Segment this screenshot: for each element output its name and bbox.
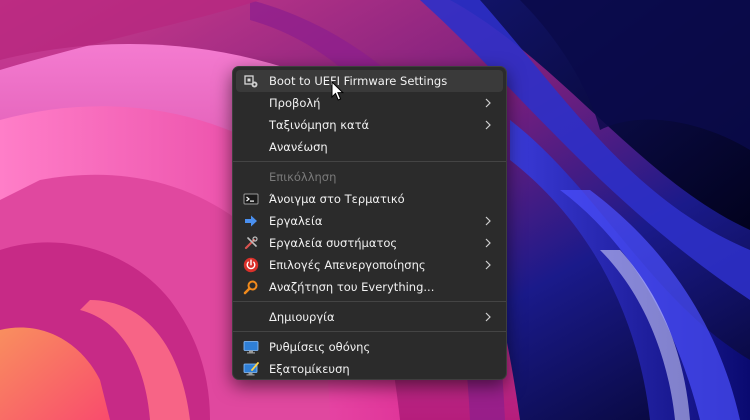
chevron-right-icon [485, 120, 491, 130]
menu-item-new[interactable]: Δημιουργία [233, 306, 506, 328]
wrench-screwdriver-icon [244, 236, 258, 250]
gear-cpu-icon [244, 75, 258, 88]
menu-item-personalize[interactable]: Εξατομίκευση [233, 358, 506, 380]
arrow-right-icon [245, 215, 257, 227]
menu-item-paste: Επικόλληση [233, 166, 506, 188]
menu-item-tools[interactable]: Εργαλεία [233, 210, 506, 232]
monitor-icon [243, 341, 259, 354]
magnifier-icon [243, 280, 258, 295]
monitor-brush-icon [243, 362, 259, 376]
chevron-right-icon [485, 238, 491, 248]
menu-separator [233, 161, 506, 162]
menu-item-label: Άνοιγμα στο Τερματικό [269, 192, 405, 206]
menu-item-refresh[interactable]: Ανανέωση [233, 136, 506, 158]
terminal-icon [243, 193, 259, 205]
chevron-right-icon [485, 216, 491, 226]
menu-item-label: Boot to UEFI Firmware Settings [269, 74, 448, 88]
desktop-context-menu: Boot to UEFI Firmware Settings Προβολή Τ… [232, 66, 507, 380]
menu-item-label: Δημιουργία [269, 310, 335, 324]
menu-item-label: Εξατομίκευση [269, 362, 350, 376]
menu-item-label: Επικόλληση [269, 170, 337, 184]
menu-item-label: Ταξινόμηση κατά [269, 118, 370, 132]
menu-item-label: Εργαλεία [269, 214, 323, 228]
menu-item-label: Ανανέωση [269, 140, 328, 154]
menu-item-label: Επιλογές Απενεργοποίησης [269, 258, 426, 272]
menu-item-shutdown-options[interactable]: Επιλογές Απενεργοποίησης [233, 254, 506, 276]
menu-item-sort-by[interactable]: Ταξινόμηση κατά [233, 114, 506, 136]
menu-separator [233, 331, 506, 332]
chevron-right-icon [485, 312, 491, 322]
menu-item-label: Εργαλεία συστήματος [269, 236, 398, 250]
menu-item-label: Αναζήτηση του Everything... [269, 280, 435, 294]
menu-item-display-settings[interactable]: Ρυθμίσεις οθόνης [233, 336, 506, 358]
chevron-right-icon [485, 98, 491, 108]
power-icon [243, 257, 259, 273]
menu-item-label: Ρυθμίσεις οθόνης [269, 340, 371, 354]
menu-item-search-everything[interactable]: Αναζήτηση του Everything... [233, 276, 506, 298]
menu-item-open-terminal[interactable]: Άνοιγμα στο Τερματικό [233, 188, 506, 210]
mouse-cursor-icon [331, 81, 345, 101]
menu-item-system-tools[interactable]: Εργαλεία συστήματος [233, 232, 506, 254]
menu-item-view[interactable]: Προβολή [233, 92, 506, 114]
menu-item-boot-uefi[interactable]: Boot to UEFI Firmware Settings [236, 70, 503, 92]
menu-item-label: Προβολή [269, 96, 321, 110]
chevron-right-icon [485, 260, 491, 270]
menu-separator [233, 301, 506, 302]
